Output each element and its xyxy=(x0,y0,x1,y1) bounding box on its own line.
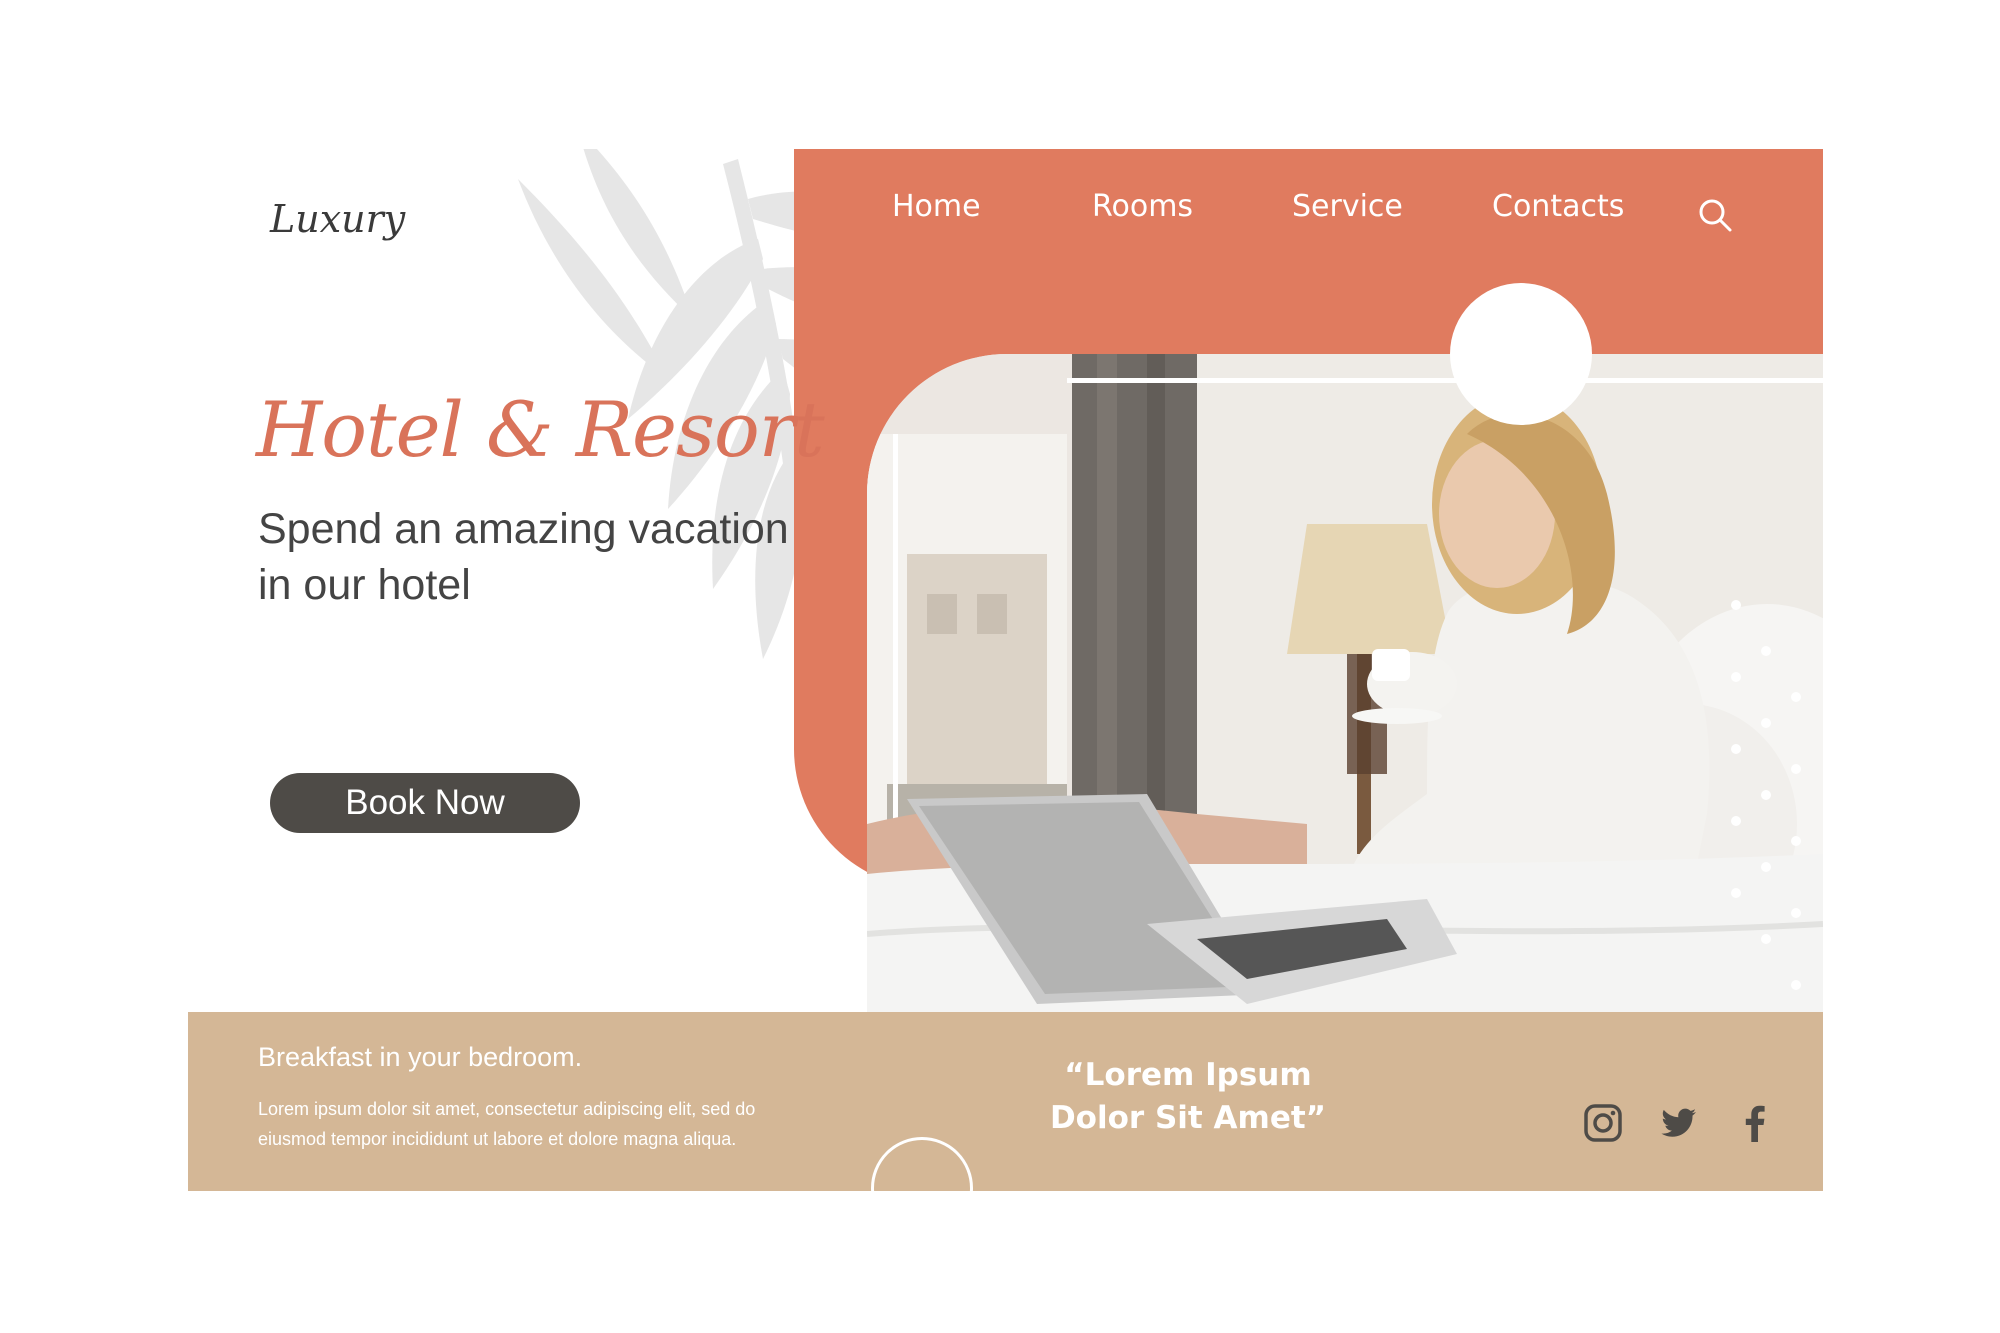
footer-circle-decoration xyxy=(871,1137,973,1191)
header-accent-panel xyxy=(794,149,1823,354)
decor-dot xyxy=(1791,836,1801,846)
decor-dot xyxy=(1791,692,1801,702)
decor-dot xyxy=(1731,888,1741,898)
book-now-button[interactable]: Book Now xyxy=(270,773,580,833)
decor-dot xyxy=(1731,600,1741,610)
decor-dot xyxy=(1761,934,1771,944)
decor-dot xyxy=(1761,790,1771,800)
decor-dot xyxy=(1761,646,1771,656)
hero-photo-illustration xyxy=(867,354,1823,1012)
decor-dot xyxy=(1761,862,1771,872)
nav-item-rooms[interactable]: Rooms xyxy=(1092,189,1193,224)
nav-item-contacts[interactable]: Contacts xyxy=(1492,189,1624,224)
brand-logo[interactable]: Luxury xyxy=(270,197,405,241)
twitter-icon[interactable] xyxy=(1658,1102,1700,1144)
decor-dot xyxy=(1791,908,1801,918)
quote-line-1: “Lorem Ipsum xyxy=(1064,1057,1312,1093)
facebook-icon[interactable] xyxy=(1734,1102,1776,1144)
quote-line-2: Dolor Sit Amet” xyxy=(1049,1100,1327,1136)
nav-item-home[interactable]: Home xyxy=(892,189,981,224)
nav-item-service[interactable]: Service xyxy=(1292,189,1403,224)
landing-page-card: Luxury Home Rooms Service Contacts Hotel… xyxy=(188,149,1823,1191)
decor-dot xyxy=(1731,744,1741,754)
decor-dot xyxy=(1731,672,1741,682)
header-bump-decoration xyxy=(1450,283,1592,425)
instagram-icon[interactable] xyxy=(1582,1102,1624,1144)
footer-title: Breakfast in your bedroom. xyxy=(258,1042,583,1072)
hero-subline: Spend an amazing vacation in our hotel xyxy=(258,505,789,609)
decor-dot xyxy=(1731,816,1741,826)
hero-headline: Hotel & Resort xyxy=(256,385,825,474)
search-icon[interactable] xyxy=(1695,195,1735,235)
footer-description: Lorem ipsum dolor sit amet, consectetur … xyxy=(258,1099,756,1149)
footer-quote: “Lorem Ipsum Dolor Sit Amet” xyxy=(1018,1054,1358,1140)
decor-dot xyxy=(1791,980,1801,990)
decor-dot xyxy=(1791,764,1801,774)
hero-photo xyxy=(867,354,1823,1012)
footer-band: Breakfast in your bedroom. Lorem ipsum d… xyxy=(188,1012,1823,1191)
decor-dot xyxy=(1761,718,1771,728)
